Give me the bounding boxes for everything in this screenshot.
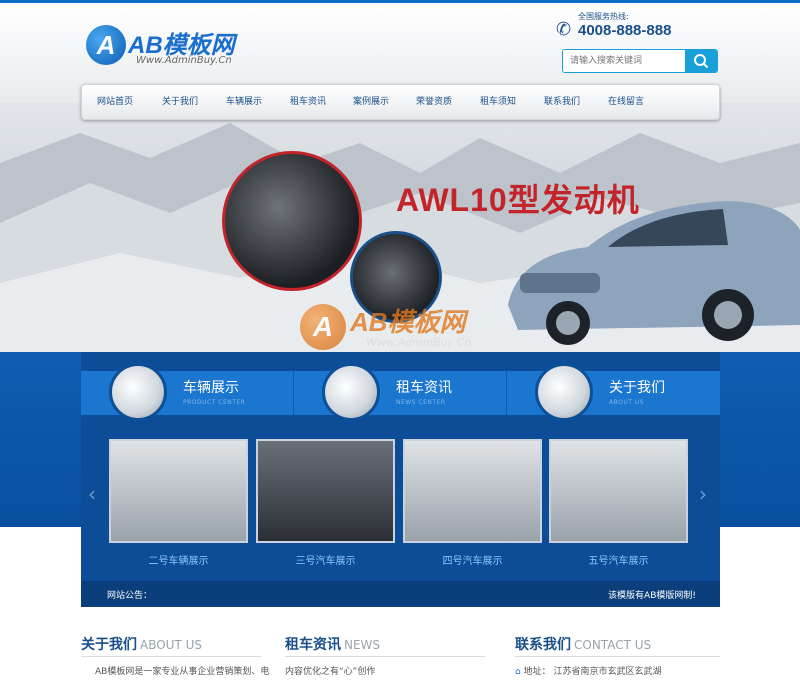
watermark: A AB模板网 Www.AdminBuy.Cn bbox=[300, 300, 520, 360]
nav-item-home[interactable]: 网站首页 bbox=[82, 85, 148, 119]
contact-address-text: 地址： 江苏省南京市玄武区玄武湖 bbox=[523, 667, 662, 677]
product-label[interactable]: 三号汽车展示 bbox=[256, 552, 395, 567]
category-subtitle: ABOUT US bbox=[609, 399, 645, 406]
nav-item-contact[interactable]: 联系我们 bbox=[530, 85, 594, 119]
section-title-contact: 联系我们 CONTACT US bbox=[515, 634, 651, 654]
logo[interactable]: A AB模板网 Www.AdminBuy.Cn bbox=[86, 25, 286, 71]
news-item[interactable]: 内容优化之有“心”创作 bbox=[285, 664, 375, 677]
category-bar: 车辆展示 PRODUCT CENTER 租车资讯 NEWS CENTER 关于我… bbox=[81, 363, 720, 421]
engine-image bbox=[222, 151, 362, 291]
phone-icon: ✆ bbox=[556, 19, 572, 40]
watermark-url: Www.AdminBuy.Cn bbox=[366, 336, 472, 349]
notice-bar: 网站公告： 该模版有AB模版网制! bbox=[81, 581, 720, 607]
section-title-en: ABOUT US bbox=[140, 638, 203, 652]
watermark-name: AB模板网 bbox=[350, 307, 466, 337]
nav-item-news[interactable]: 租车资讯 bbox=[276, 85, 340, 119]
product-label[interactable]: 五号汽车展示 bbox=[549, 552, 688, 567]
logo-mark: A bbox=[86, 25, 126, 65]
hotline: ✆ 全国服务热线: 4008-888-888 bbox=[556, 9, 736, 45]
watermark-mark: A bbox=[300, 304, 346, 350]
logo-url: Www.AdminBuy.Cn bbox=[136, 55, 232, 66]
contact-address: ⌂ 地址： 江苏省南京市玄武区玄武湖 bbox=[515, 664, 661, 677]
category-subtitle: NEWS CENTER bbox=[396, 399, 446, 406]
car-icon bbox=[322, 363, 380, 421]
hotline-label: 全国服务热线: bbox=[578, 12, 629, 21]
section-title: 租车资讯 bbox=[285, 637, 341, 653]
category-news[interactable]: 租车资讯 NEWS CENTER bbox=[294, 363, 507, 421]
product-image[interactable] bbox=[549, 439, 688, 543]
divider bbox=[515, 656, 720, 657]
divider bbox=[81, 656, 261, 657]
category-subtitle: PRODUCT CENTER bbox=[183, 399, 246, 406]
search-button[interactable] bbox=[685, 50, 717, 72]
section-title: 联系我们 bbox=[515, 637, 571, 653]
nav-item-message[interactable]: 在线留言 bbox=[594, 85, 658, 119]
category-title: 车辆展示 bbox=[183, 380, 239, 396]
nav-item-honors[interactable]: 荣誉资质 bbox=[402, 85, 466, 119]
product-label[interactable]: 四号汽车展示 bbox=[403, 552, 542, 567]
main-nav: 网站首页 关于我们 车辆展示 租车资讯 案例展示 荣誉资质 租车须知 联系我们 … bbox=[81, 84, 720, 120]
category-vehicles[interactable]: 车辆展示 PRODUCT CENTER bbox=[81, 363, 294, 421]
brake-disc-icon bbox=[535, 363, 593, 421]
section-title-en: CONTACT US bbox=[574, 638, 652, 652]
notice-text[interactable]: 该模版有AB模版网制! bbox=[608, 588, 696, 601]
location-icon: ⌂ bbox=[515, 667, 521, 677]
carousel-next-button[interactable]: › bbox=[699, 482, 707, 506]
nav-item-vehicles[interactable]: 车辆展示 bbox=[212, 85, 276, 119]
about-text: AB模板网是一家专业从事企业营销策划、电 bbox=[95, 667, 270, 677]
section-title-news: 租车资讯 NEWS bbox=[285, 634, 380, 654]
section-title-about: 关于我们 ABOUT US bbox=[81, 634, 202, 654]
hotline-number: 4008-888-888 bbox=[578, 22, 672, 39]
product-image[interactable] bbox=[109, 439, 248, 543]
category-title: 租车资讯 bbox=[396, 380, 452, 396]
search-input[interactable] bbox=[563, 50, 685, 72]
search-icon bbox=[694, 54, 709, 69]
divider bbox=[285, 656, 485, 657]
section-title-en: NEWS bbox=[344, 638, 381, 652]
category-about[interactable]: 关于我们 ABOUT US bbox=[507, 363, 720, 421]
wheel-icon bbox=[109, 363, 167, 421]
nav-item-cases[interactable]: 案例展示 bbox=[340, 85, 402, 119]
product-label[interactable]: 二号车辆展示 bbox=[109, 552, 248, 567]
product-image[interactable] bbox=[256, 439, 395, 543]
section-title: 关于我们 bbox=[81, 637, 137, 653]
nav-item-about[interactable]: 关于我们 bbox=[148, 85, 212, 119]
category-title: 关于我们 bbox=[609, 380, 665, 396]
product-image[interactable] bbox=[403, 439, 542, 543]
carousel-prev-button[interactable]: ‹ bbox=[88, 482, 96, 506]
search-box bbox=[562, 49, 718, 73]
notice-label: 网站公告： bbox=[107, 591, 153, 601]
nav-item-rental-notes[interactable]: 租车须知 bbox=[466, 85, 530, 119]
car-image bbox=[508, 201, 800, 345]
